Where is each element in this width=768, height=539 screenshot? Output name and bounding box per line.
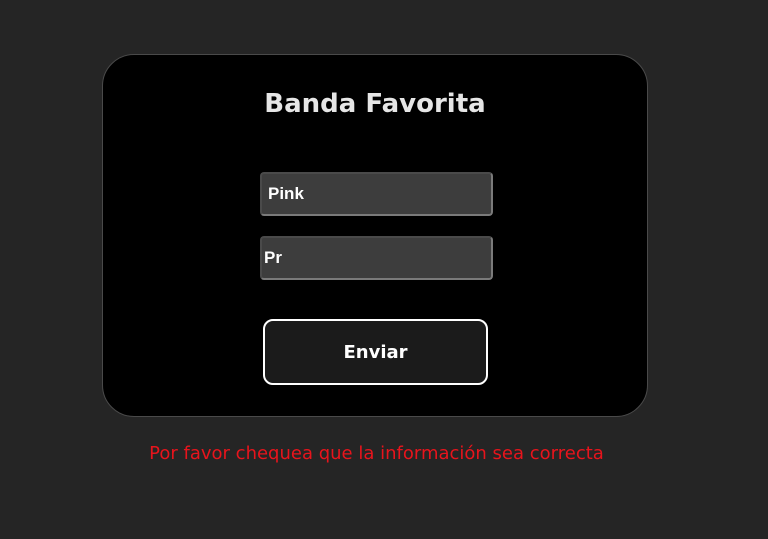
error-message: Por favor chequea que la información sea… <box>149 443 604 464</box>
submit-button[interactable]: Enviar <box>263 319 488 385</box>
favorite-band-form: Banda Favorita Enviar <box>102 54 648 417</box>
song-name-input[interactable] <box>260 236 493 280</box>
band-name-input[interactable] <box>260 172 493 216</box>
form-title: Banda Favorita <box>264 89 486 119</box>
